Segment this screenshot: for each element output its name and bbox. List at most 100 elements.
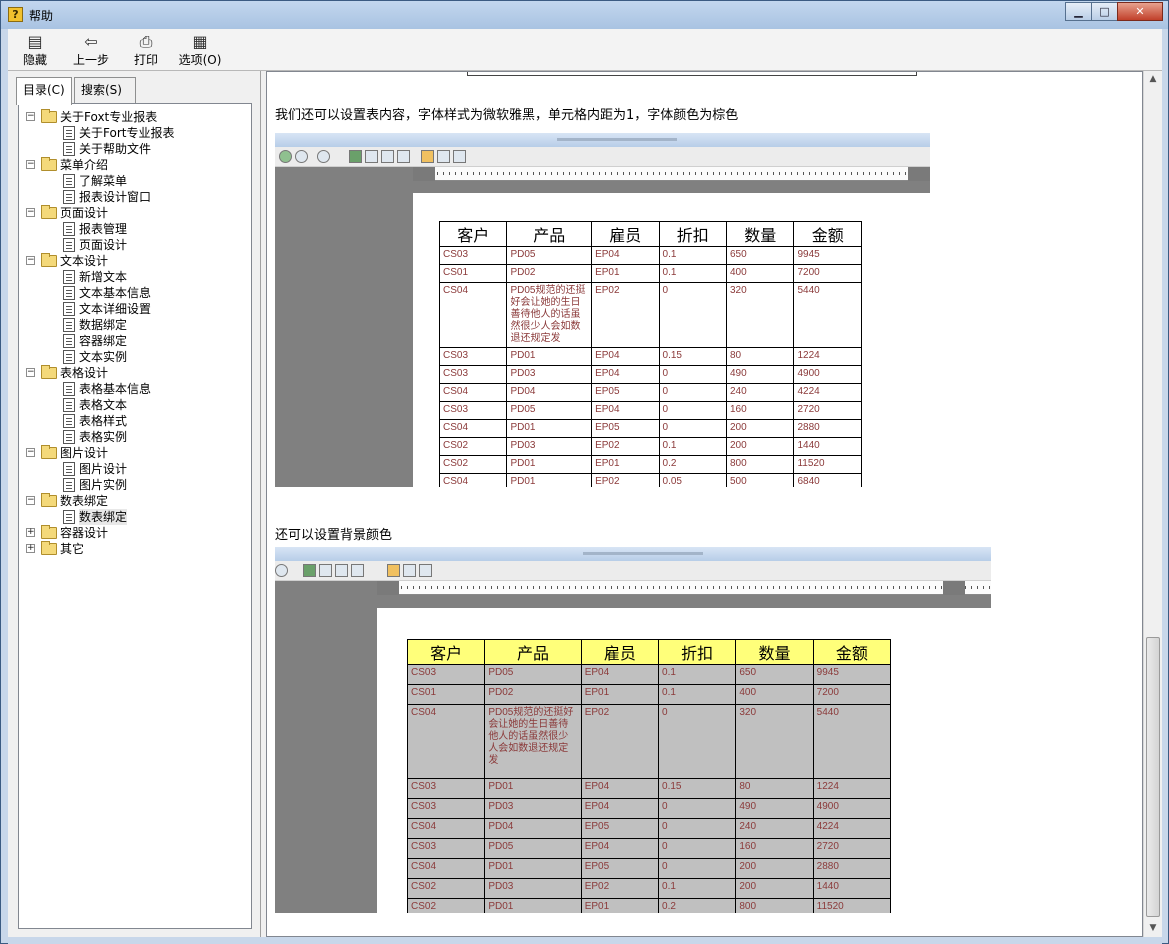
- collapse-icon[interactable]: −: [26, 368, 35, 377]
- table-cell: EP04: [591, 365, 660, 384]
- close-button[interactable]: ✕: [1117, 2, 1163, 21]
- table-row: CS04 PD01 EP02 0.05 500 6840: [438, 473, 862, 487]
- tree-topic[interactable]: 表格基本信息: [19, 381, 251, 397]
- collapse-icon[interactable]: −: [26, 160, 35, 169]
- tree-folder[interactable]: − 图片设计: [19, 445, 251, 461]
- title-bar[interactable]: ? 帮助 ▁ □ ✕: [1, 1, 1168, 29]
- tree-topic[interactable]: 报表管理: [19, 221, 251, 237]
- tree-folder[interactable]: − 菜单介绍: [19, 157, 251, 173]
- tab-search[interactable]: 搜索(S): [74, 77, 136, 103]
- font-icon-2: [403, 564, 416, 577]
- table-cell: 0.1: [658, 878, 737, 899]
- document-icon: [63, 302, 75, 316]
- table-cell: EP04: [580, 838, 660, 859]
- options-icon: ▦: [192, 32, 208, 51]
- grid-icon-2: [351, 564, 364, 577]
- tree-topic[interactable]: 关于帮助文件: [19, 141, 251, 157]
- table-cell: EP04: [580, 664, 660, 685]
- find-icon: [453, 150, 466, 163]
- table-cell: 0: [658, 838, 737, 859]
- tree-folder[interactable]: − 文本设计: [19, 253, 251, 269]
- tree-topic[interactable]: 页面设计: [19, 237, 251, 253]
- table-cell: PD01: [506, 347, 593, 366]
- scroll-down-icon[interactable]: ▼: [1144, 920, 1162, 937]
- table-row: CS03 PD01 EP04 0.15 80 1224: [438, 347, 862, 366]
- table-cell: PD01: [484, 898, 582, 913]
- tree-topic[interactable]: 容器绑定: [19, 333, 251, 349]
- table-header-cell: 数量: [735, 639, 814, 665]
- expand-icon[interactable]: +: [26, 528, 35, 537]
- scroll-up-icon[interactable]: ▲: [1144, 71, 1162, 88]
- help-window: ? 帮助 ▁ □ ✕ ▤ 隐藏 ⇦ 上一步 ⎙ 打印 ▦ 选项(O) 目录(C)…: [0, 0, 1169, 944]
- back-arrow-icon: ⇦: [84, 32, 98, 51]
- table-cell: 5440: [812, 704, 892, 779]
- collapse-icon[interactable]: −: [26, 448, 35, 457]
- tree-topic[interactable]: 图片实例: [19, 477, 251, 493]
- tree-topic[interactable]: 表格实例: [19, 429, 251, 445]
- tree-topic[interactable]: 报表设计窗口: [19, 189, 251, 205]
- tree-topic[interactable]: 了解菜单: [19, 173, 251, 189]
- tree-topic[interactable]: 表格样式: [19, 413, 251, 429]
- tree-folder-label: 文本设计: [60, 254, 109, 268]
- back-button[interactable]: ⇦ 上一步: [70, 32, 112, 70]
- collapse-icon[interactable]: −: [26, 112, 35, 121]
- designer-toolbar: [275, 147, 930, 167]
- refresh-icon: [317, 150, 330, 163]
- hide-button[interactable]: ▤ 隐藏: [18, 32, 52, 70]
- table-header-cell: 产品: [484, 639, 582, 665]
- table-cell: CS03: [438, 246, 508, 265]
- table-cell: 1440: [812, 878, 892, 899]
- maximize-button[interactable]: □: [1091, 2, 1118, 21]
- tree-folder[interactable]: − 页面设计: [19, 205, 251, 221]
- table-cell: PD01: [484, 778, 582, 799]
- tree-topic[interactable]: 表格文本: [19, 397, 251, 413]
- tree-topic[interactable]: 文本基本信息: [19, 285, 251, 301]
- collapse-icon[interactable]: −: [26, 256, 35, 265]
- tree-topic[interactable]: 文本详细设置: [19, 301, 251, 317]
- tree-topic[interactable]: 图片设计: [19, 461, 251, 477]
- table-cell: CS01: [438, 264, 508, 283]
- table-cell: CS04: [406, 818, 486, 839]
- table-cell: CS04: [438, 282, 508, 348]
- collapse-icon[interactable]: −: [26, 496, 35, 505]
- options-button[interactable]: ▦ 选项(O): [178, 32, 222, 70]
- content-scrollbar[interactable]: ▲ ▼: [1143, 71, 1162, 937]
- save-icon: [365, 150, 378, 163]
- tree-folder[interactable]: − 关于Foxt专业报表: [19, 109, 251, 125]
- scroll-thumb[interactable]: [1146, 637, 1160, 917]
- tab-contents[interactable]: 目录(C): [16, 77, 72, 105]
- tree-topic[interactable]: 文本实例: [19, 349, 251, 365]
- table-cell: 490: [735, 798, 814, 819]
- tree-topic[interactable]: 关于Fort专业报表: [19, 125, 251, 141]
- minimize-button[interactable]: ▁: [1065, 2, 1092, 21]
- tree-topic-label: 页面设计: [79, 238, 128, 252]
- tree-topic[interactable]: 数表绑定: [19, 509, 251, 525]
- tree-topic[interactable]: 数据绑定: [19, 317, 251, 333]
- table-cell: 11520: [812, 898, 892, 913]
- table-cell: 1224: [793, 347, 862, 366]
- table-cell: 4900: [812, 798, 892, 819]
- tree-folder[interactable]: + 容器设计: [19, 525, 251, 541]
- columns-icon: [381, 150, 394, 163]
- tree-folder[interactable]: − 表格设计: [19, 365, 251, 381]
- table-cell: 0.1: [658, 246, 728, 265]
- table-cell: 5440: [793, 282, 862, 348]
- table-row: CS03 PD05 EP04 0.1 650 9945: [406, 664, 892, 685]
- table-header-cell: 数量: [725, 221, 795, 247]
- expand-icon[interactable]: +: [26, 544, 35, 553]
- table-cell: CS02: [406, 898, 486, 913]
- table-cell: EP04: [591, 401, 660, 420]
- tree-folder[interactable]: + 其它: [19, 541, 251, 557]
- hand-icon-2: [387, 564, 400, 577]
- table-cell: CS04: [406, 704, 486, 779]
- document-icon: [63, 126, 75, 140]
- document-icon: [63, 222, 75, 236]
- print-button[interactable]: ⎙ 打印: [132, 32, 160, 70]
- previous-table-fragment: [467, 72, 917, 76]
- table-cell: 80: [735, 778, 814, 799]
- tree-folder[interactable]: − 数表绑定: [19, 493, 251, 509]
- document-icon: [63, 238, 75, 252]
- table-cell: 1224: [812, 778, 892, 799]
- collapse-icon[interactable]: −: [26, 208, 35, 217]
- tree-topic[interactable]: 新增文本: [19, 269, 251, 285]
